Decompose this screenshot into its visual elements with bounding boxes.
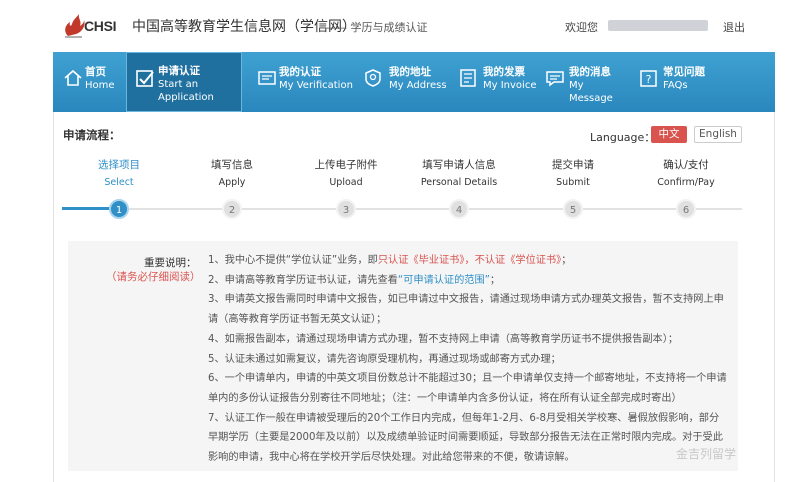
nav-home-label: 首页 <box>85 66 106 78</box>
notice-text: ； <box>489 274 501 286</box>
nav-message-label-en2: Message <box>569 93 613 104</box>
step-number-3: 3 <box>336 199 356 219</box>
nav-address-label: 我的地址 <box>389 66 431 78</box>
nav-faqs-label: 常见问题 <box>663 66 705 78</box>
username-blurred <box>608 20 708 31</box>
certificate-icon <box>258 71 276 85</box>
logout-link[interactable]: 退出 <box>723 19 745 35</box>
notice-item-7: 7、认证工作一般在申请被受理后的20个工作日内完成，但每年1-2月、6-8月受相… <box>208 412 720 424</box>
nav-invoice-label: 我的发票 <box>483 66 525 78</box>
notice-item-3-cont: 请（高等教育学历证书暂无英文认证）； <box>208 314 387 326</box>
step-label-en: Confirm/Pay <box>657 177 715 188</box>
nav-invoice-label-en: My Invoice <box>483 80 537 91</box>
progress-track <box>62 208 742 210</box>
invoice-icon <box>460 69 476 87</box>
nav-message-label-en1: My <box>569 80 584 91</box>
step-submit[interactable]: 提交申请 Submit <box>518 158 628 190</box>
notice-item-7-cont: 早期学历（主要是2000年及以前）以及成绩单验证时间需要顺延，导致部分报告无法在… <box>208 432 723 444</box>
svg-text:?: ? <box>646 73 652 86</box>
nav-home[interactable]: 首页 Home <box>53 52 123 112</box>
nav-home-label-en: Home <box>85 80 115 91</box>
step-label-en: Upload <box>329 177 363 188</box>
nav-faqs-label-en: FAQs <box>663 80 688 91</box>
nav-address-label-en: My Address <box>389 80 447 91</box>
notice-text: ； <box>561 255 572 266</box>
step-label-en: Personal Details <box>420 177 498 188</box>
site-subtitle: —— 学历与成绩认证 <box>325 21 428 34</box>
scope-link[interactable]: “可申请认证的范围” <box>398 275 490 286</box>
home-icon <box>64 69 82 86</box>
flame-logo-icon <box>65 14 85 38</box>
chsi-logo[interactable]: CHSI <box>62 12 124 38</box>
step-select[interactable]: 选择项目 Select <box>64 158 174 190</box>
notice-subtitle: （请务必仔细阅读） <box>106 271 201 283</box>
logo-text: CHSI <box>84 18 117 34</box>
step-label-en: Submit <box>556 177 590 188</box>
step-label: 选择项目 <box>98 159 140 171</box>
nav-verification-label: 我的认证 <box>279 66 321 78</box>
notice-item-6-cont: 单内的多份认证报告分别寄往不同地址；（注：一个申请单内含多份认证，将在所有认证全… <box>208 392 682 404</box>
step-personal-details[interactable]: 填写申请人信息 Personal Details <box>404 158 514 190</box>
nav-apply-label: 申请认证 <box>158 65 200 77</box>
step-number-1: 1 <box>109 199 129 219</box>
notice-item-7-cont2: 影响的申请，我中心将在学校开学后尽快处理。对此给您带来的不便，敬请谅解。 <box>208 452 575 464</box>
notice-highlight: 只认证《毕业证书》，不认证《学位证书》 <box>377 255 562 266</box>
notice-item-4: 4、如需报告副本，请通过现场申请方式办理，暂不支持网上申请（高等教育学历证书不提… <box>208 333 679 345</box>
notice-item-5: 5、认证未通过如需复议，请先咨询原受理机构，再通过现场或邮寄方式办理； <box>208 353 561 365</box>
nav-my-message[interactable]: 我的消息 My Message <box>542 52 628 112</box>
main-navbar: 首页 Home 申请认证 Start an Application 我的认证 M… <box>53 52 775 112</box>
nav-message-label: 我的消息 <box>569 66 611 78</box>
step-number-6: 6 <box>676 199 696 219</box>
step-upload[interactable]: 上传电子附件 Upload <box>291 158 401 190</box>
step-apply[interactable]: 填写信息 Apply <box>177 158 287 190</box>
nav-my-invoice[interactable]: 我的发票 My Invoice <box>453 52 541 112</box>
notice-item-3: 3、申请英文报告需同时申请中文报告，如已申请过中文报告，请通过现场申请方式办理英… <box>208 294 724 306</box>
top-header: CHSI 中国高等教育学生信息网（学信网） —— 学历与成绩认证 欢迎您 退出 <box>0 0 812 50</box>
notice-list: 1、我中心不提供“学位认证”业务，即只认证《毕业证书》，不认证《学位证书》； 2… <box>208 251 732 468</box>
language-label: Language： <box>590 131 656 144</box>
nav-verification-label-en: My Verification <box>279 80 353 91</box>
step-confirm-pay[interactable]: 确认/支付 Confirm/Pay <box>631 158 741 190</box>
step-label: 提交申请 <box>552 159 594 171</box>
step-label-en: Apply <box>218 177 246 188</box>
nav-my-verification[interactable]: 我的认证 My Verification <box>250 52 354 112</box>
notice-text: 2、申请高等教育学历证书认证，请先查看 <box>208 274 398 286</box>
step-number-4: 4 <box>449 199 469 219</box>
faq-icon: ? <box>640 70 657 87</box>
site-title: 中国高等教育学生信息网（学信网） <box>132 19 356 35</box>
nav-apply-label-en1: Start an <box>158 79 199 90</box>
notice-item-2: 2、申请高等教育学历证书认证，请先查看“可申请认证的范围”； <box>208 271 732 291</box>
step-label-en: Select <box>104 177 134 188</box>
welcome-text: 欢迎您 <box>565 21 598 34</box>
check-box-icon <box>136 70 154 87</box>
step-label: 填写申请人信息 <box>422 159 496 171</box>
notice-item-6: 6、一个申请单内，申请的中英文项目份数总计不能超过30；且一个申请单仅支持一个邮… <box>208 373 727 385</box>
watermark: 金吉列留学 <box>676 447 737 461</box>
location-icon <box>365 69 381 87</box>
nav-my-address[interactable]: 我的地址 My Address <box>360 52 452 112</box>
notice-text: 1、我中心不提供“学位认证”业务，即 <box>208 255 378 266</box>
nav-apply-label-en2: Application <box>158 92 214 103</box>
notice-title: 重要说明： <box>144 257 197 269</box>
notice-item-1: 1、我中心不提供“学位认证”业务，即只认证《毕业证书》，不认证《学位证书》； <box>208 251 732 271</box>
nav-faqs[interactable]: ? 常见问题 FAQs <box>633 52 723 112</box>
step-label: 上传电子附件 <box>314 159 378 171</box>
message-icon <box>546 71 564 87</box>
step-number-2: 2 <box>222 199 242 219</box>
step-label: 填写信息 <box>211 159 253 171</box>
lang-english-button[interactable]: English <box>694 126 742 143</box>
flow-label: 申请流程： <box>63 128 121 142</box>
step-label: 确认/支付 <box>663 159 709 171</box>
lang-chinese-button[interactable]: 中文 <box>651 126 687 143</box>
step-number-5: 5 <box>563 199 583 219</box>
nav-start-application[interactable]: 申请认证 Start an Application <box>126 52 242 112</box>
